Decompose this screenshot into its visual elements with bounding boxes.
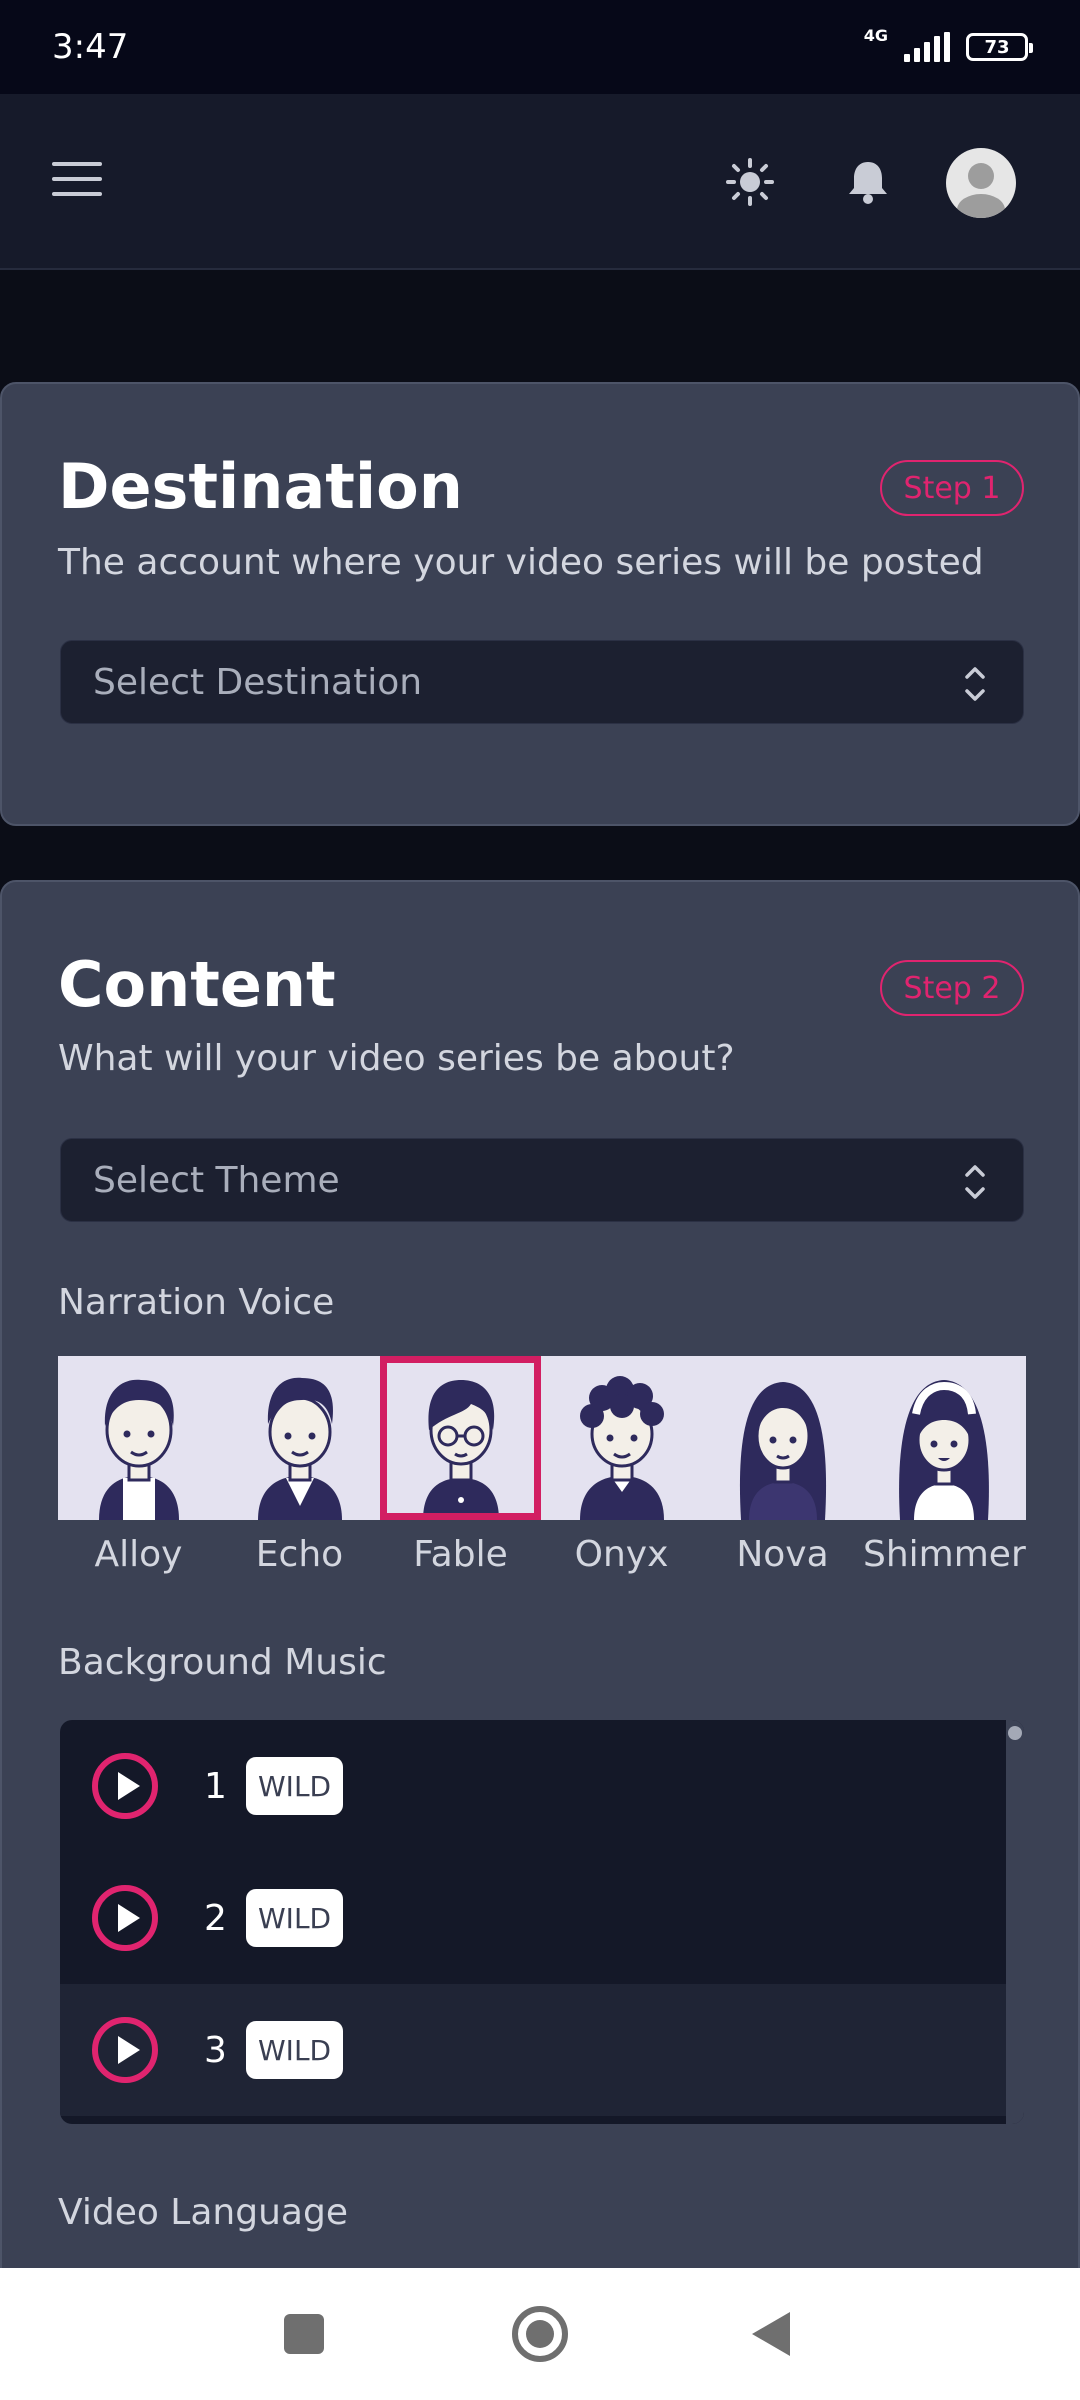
bell-icon[interactable] xyxy=(840,154,896,210)
play-icon[interactable] xyxy=(92,1753,158,1819)
track-tag: WILD xyxy=(246,1757,344,1815)
destination-title: Destination xyxy=(58,450,463,523)
destination-select-placeholder: Select Destination xyxy=(93,661,423,703)
track-tag: WILD xyxy=(246,1889,344,1947)
voice-label: Shimmer xyxy=(863,1534,1026,1575)
voice-label: Onyx xyxy=(574,1534,669,1575)
shimmer-avatar-icon xyxy=(898,1380,989,1520)
track-tag: WILD xyxy=(246,2021,344,2079)
nova-avatar-icon xyxy=(739,1382,826,1520)
scrollbar-thumb[interactable] xyxy=(1008,1726,1022,1740)
voice-option-alloy[interactable] xyxy=(58,1356,219,1520)
content-subtitle: What will your video series be about? xyxy=(58,1038,735,1079)
battery-icon: 73 xyxy=(966,33,1033,61)
voice-picker xyxy=(58,1356,1026,1520)
recents-icon[interactable] xyxy=(284,2314,324,2354)
voice-option-onyx[interactable] xyxy=(541,1356,702,1520)
status-bar: 3:47 4G 73 xyxy=(0,0,1080,94)
battery-level: 73 xyxy=(984,36,1010,58)
play-icon[interactable] xyxy=(92,2017,158,2083)
music-track-row[interactable]: 3 WILD xyxy=(60,1984,1006,2116)
voice-option-nova[interactable] xyxy=(702,1356,863,1520)
menu-icon[interactable] xyxy=(52,162,102,202)
chevron-up-down-icon xyxy=(965,1165,985,1199)
onyx-avatar-icon xyxy=(579,1376,664,1520)
narration-voice-label: Narration Voice xyxy=(58,1282,335,1323)
home-icon[interactable] xyxy=(512,2306,568,2362)
voice-option-fable[interactable] xyxy=(380,1356,541,1520)
track-number: 2 xyxy=(204,1897,227,1939)
voice-label: Echo xyxy=(255,1534,344,1575)
content-card: Content Step 2 What will your video seri… xyxy=(0,880,1080,2400)
theme-select-placeholder: Select Theme xyxy=(93,1159,340,1201)
video-language-label: Video Language xyxy=(58,2192,348,2233)
voice-label: Fable xyxy=(413,1534,508,1575)
theme-select[interactable]: Select Theme xyxy=(60,1138,1024,1222)
track-number: 3 xyxy=(204,2029,227,2071)
voice-label: Alloy xyxy=(94,1534,183,1575)
music-list-scrollbar[interactable] xyxy=(1006,1720,1024,2124)
status-indicators: 4G 73 xyxy=(864,26,1033,62)
system-nav-bar xyxy=(0,2268,1080,2400)
step-2-badge: Step 2 xyxy=(880,960,1024,1016)
chevron-up-down-icon xyxy=(965,667,985,701)
sun-icon[interactable] xyxy=(722,154,778,210)
alloy-avatar-icon xyxy=(98,1379,179,1520)
echo-avatar-icon xyxy=(257,1377,342,1520)
voice-option-shimmer[interactable] xyxy=(863,1356,1024,1520)
music-track-row[interactable]: 2 WILD xyxy=(60,1852,1006,1984)
back-icon[interactable] xyxy=(752,2312,790,2356)
music-list: 1 WILD 2 WILD 3 WILD xyxy=(60,1720,1024,2124)
avatar[interactable] xyxy=(946,148,1016,218)
track-number: 1 xyxy=(204,1765,227,1807)
destination-subtitle: The account where your video series will… xyxy=(58,542,984,583)
play-icon[interactable] xyxy=(92,1885,158,1951)
fable-avatar-icon xyxy=(422,1380,499,1520)
background-music-label: Background Music xyxy=(58,1642,387,1683)
voice-option-echo[interactable] xyxy=(219,1356,380,1520)
signal-icon xyxy=(904,32,950,62)
destination-select[interactable]: Select Destination xyxy=(60,640,1024,724)
network-type: 4G xyxy=(863,25,888,45)
music-track-row[interactable]: 1 WILD xyxy=(60,1720,1006,1852)
destination-card: Destination Step 1 The account where you… xyxy=(0,382,1080,826)
voice-label: Nova xyxy=(736,1534,829,1575)
content-title: Content xyxy=(58,948,336,1021)
status-time: 3:47 xyxy=(52,27,129,67)
step-1-badge: Step 1 xyxy=(880,460,1024,516)
voice-labels: Alloy Echo Fable Onyx Nova Shimmer xyxy=(58,1534,1026,1575)
app-header xyxy=(0,94,1080,270)
